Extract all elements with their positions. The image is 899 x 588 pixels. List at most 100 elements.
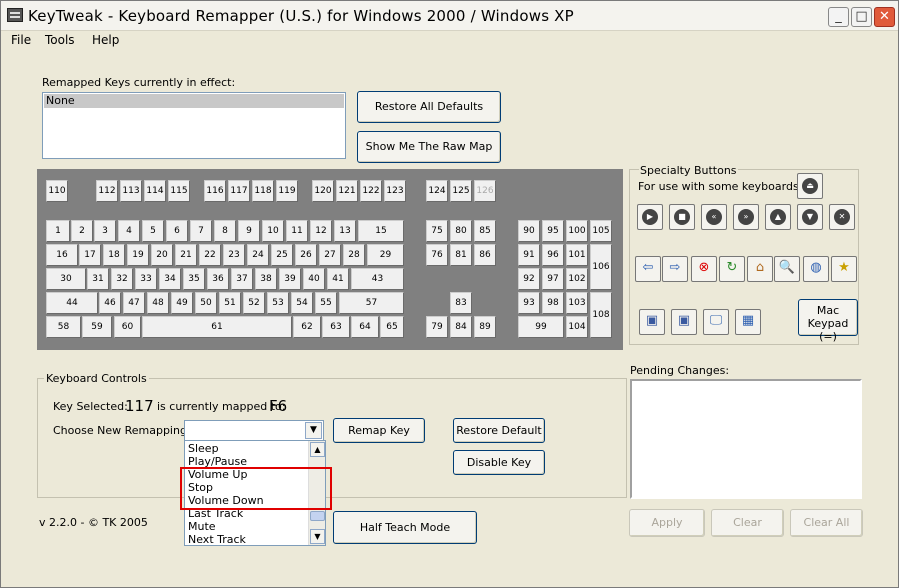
favorites-button[interactable]: ★ (831, 256, 857, 282)
key-101[interactable]: 101 (566, 244, 588, 266)
key-47[interactable]: 47 (123, 292, 145, 314)
key-52[interactable]: 52 (243, 292, 265, 314)
key-5[interactable]: 5 (142, 220, 164, 242)
half-teach-mode-button[interactable]: Half Teach Mode (333, 511, 477, 544)
key-75[interactable]: 75 (426, 220, 448, 242)
dropdown-item-mute[interactable]: Mute (188, 520, 216, 533)
scroll-up-icon[interactable]: ▲ (310, 442, 325, 457)
key-119[interactable]: 119 (276, 180, 298, 202)
mute-button[interactable]: ✕ (829, 204, 855, 230)
key-98[interactable]: 98 (542, 292, 564, 314)
key-49[interactable]: 49 (171, 292, 193, 314)
key-48[interactable]: 48 (147, 292, 169, 314)
key-112[interactable]: 112 (96, 180, 118, 202)
key-51[interactable]: 51 (219, 292, 241, 314)
key-25[interactable]: 25 (271, 244, 293, 266)
key-100[interactable]: 100 (566, 220, 588, 242)
rewind-button[interactable]: « (701, 204, 727, 230)
menu-help[interactable]: Help (92, 33, 119, 47)
back-arrow-button[interactable]: ⇦ (635, 256, 661, 282)
key-84[interactable]: 84 (450, 316, 472, 338)
key-22[interactable]: 22 (199, 244, 221, 266)
key-29[interactable]: 29 (367, 244, 404, 266)
key-76[interactable]: 76 (426, 244, 448, 266)
key-37[interactable]: 37 (231, 268, 253, 290)
key-96[interactable]: 96 (542, 244, 564, 266)
pending-changes-list[interactable] (630, 379, 862, 499)
key-61[interactable]: 61 (142, 316, 292, 338)
key-59[interactable]: 59 (82, 316, 112, 338)
key-81[interactable]: 81 (450, 244, 472, 266)
stop-button[interactable]: ■ (669, 204, 695, 230)
key-35[interactable]: 35 (183, 268, 205, 290)
key-18[interactable]: 18 (103, 244, 125, 266)
key-34[interactable]: 34 (159, 268, 181, 290)
key-57[interactable]: 57 (339, 292, 404, 314)
remapping-combobox[interactable]: ▼ (184, 420, 324, 441)
key-65[interactable]: 65 (380, 316, 404, 338)
key-115[interactable]: 115 (168, 180, 190, 202)
disable-key-button[interactable]: Disable Key (453, 450, 545, 475)
key-102[interactable]: 102 (566, 268, 588, 290)
play-button[interactable]: ▶ (637, 204, 663, 230)
key-116[interactable]: 116 (204, 180, 226, 202)
eject-button[interactable]: ⏏ (797, 173, 823, 199)
key-23[interactable]: 23 (223, 244, 245, 266)
key-31[interactable]: 31 (87, 268, 109, 290)
key-24[interactable]: 24 (247, 244, 269, 266)
key-50[interactable]: 50 (195, 292, 217, 314)
key-40[interactable]: 40 (303, 268, 325, 290)
key-1[interactable]: 1 (46, 220, 70, 242)
key-64[interactable]: 64 (351, 316, 379, 338)
key-8[interactable]: 8 (214, 220, 236, 242)
key-21[interactable]: 21 (175, 244, 197, 266)
key-16[interactable]: 16 (46, 244, 78, 266)
key-63[interactable]: 63 (322, 316, 350, 338)
home-button[interactable]: ⌂ (747, 256, 773, 282)
key-121[interactable]: 121 (336, 180, 358, 202)
menu-file[interactable]: File (11, 33, 31, 47)
fast-forward-button[interactable]: » (733, 204, 759, 230)
key-122[interactable]: 122 (360, 180, 382, 202)
key-86[interactable]: 86 (474, 244, 496, 266)
key-123[interactable]: 123 (384, 180, 406, 202)
maximize-button[interactable]: □ (851, 7, 872, 27)
key-104[interactable]: 104 (566, 316, 588, 338)
key-97[interactable]: 97 (542, 268, 564, 290)
key-53[interactable]: 53 (267, 292, 289, 314)
key-95[interactable]: 95 (542, 220, 564, 242)
key-44[interactable]: 44 (46, 292, 98, 314)
key-105[interactable]: 105 (590, 220, 612, 242)
volume-down-button[interactable]: ▼ (797, 204, 823, 230)
key-106[interactable]: 106 (590, 244, 612, 290)
scroll-thumb[interactable] (310, 511, 325, 521)
key-7[interactable]: 7 (190, 220, 212, 242)
key-6[interactable]: 6 (166, 220, 188, 242)
key-54[interactable]: 54 (291, 292, 313, 314)
remapped-list[interactable]: None (42, 92, 346, 159)
key-103[interactable]: 103 (566, 292, 588, 314)
volume-up-button[interactable]: ▲ (765, 204, 791, 230)
key-58[interactable]: 58 (46, 316, 81, 338)
key-85[interactable]: 85 (474, 220, 496, 242)
key-120[interactable]: 120 (312, 180, 334, 202)
key-2[interactable]: 2 (71, 220, 93, 242)
key-19[interactable]: 19 (127, 244, 149, 266)
monitor-button[interactable]: 🖵 (703, 309, 729, 335)
dropdown-item-next-track[interactable]: Next Track (188, 533, 246, 545)
menu-tools[interactable]: Tools (45, 33, 75, 47)
key-28[interactable]: 28 (343, 244, 365, 266)
key-99[interactable]: 99 (518, 316, 564, 338)
restore-default-button[interactable]: Restore Default (453, 418, 545, 443)
key-55[interactable]: 55 (315, 292, 337, 314)
key-79[interactable]: 79 (426, 316, 448, 338)
key-60[interactable]: 60 (114, 316, 141, 338)
show-raw-map-button[interactable]: Show Me The Raw Map (357, 131, 501, 163)
key-26[interactable]: 26 (295, 244, 317, 266)
forward-arrow-button[interactable]: ⇨ (662, 256, 688, 282)
key-108[interactable]: 108 (590, 292, 612, 338)
key-20[interactable]: 20 (151, 244, 173, 266)
mac-keypad-button[interactable]: Mac Keypad (=) (798, 299, 858, 343)
list-item[interactable]: None (44, 94, 344, 108)
clear-button[interactable]: Clear (711, 509, 784, 537)
